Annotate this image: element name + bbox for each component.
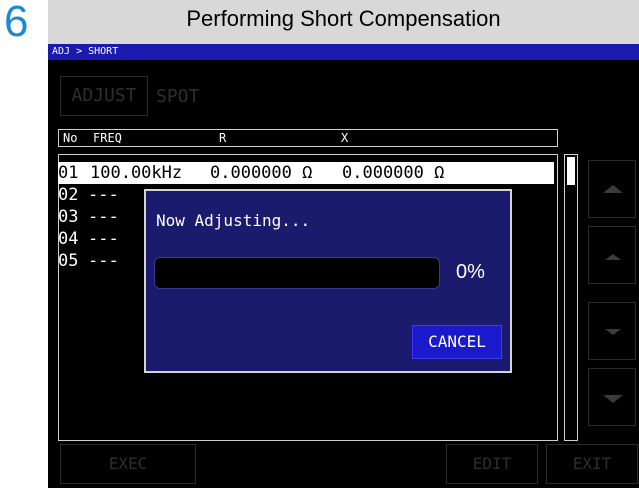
column-header-freq: FREQ bbox=[93, 131, 122, 145]
table-header: No FREQ R X bbox=[58, 129, 558, 147]
row-freq: --- bbox=[88, 229, 119, 249]
row-no: 04 bbox=[58, 229, 79, 249]
row-freq: --- bbox=[88, 185, 119, 205]
breadcrumb-bar: ADJ > SHORT bbox=[48, 44, 639, 60]
page-down-button[interactable] bbox=[588, 368, 636, 426]
row-no: 05 bbox=[58, 251, 79, 271]
progress-bar bbox=[154, 257, 440, 289]
scroll-down-button[interactable] bbox=[588, 302, 636, 360]
row-freq: --- bbox=[88, 251, 119, 271]
row-freq: --- bbox=[88, 207, 119, 227]
exec-button[interactable]: EXEC bbox=[60, 444, 196, 484]
row-no: 01 bbox=[58, 163, 79, 183]
scroll-down-icon bbox=[605, 329, 621, 335]
exit-button[interactable]: EXIT bbox=[546, 444, 638, 484]
spot-button[interactable]: SPOT bbox=[156, 86, 199, 107]
column-header-x: X bbox=[341, 131, 349, 145]
column-header-r: R bbox=[219, 131, 227, 145]
page-up-button[interactable] bbox=[588, 160, 636, 218]
page-up-icon bbox=[603, 185, 623, 193]
breadcrumb: ADJ > SHORT bbox=[52, 46, 119, 57]
dialog-message: Now Adjusting... bbox=[156, 211, 311, 230]
scroll-up-button[interactable] bbox=[588, 226, 636, 284]
cancel-button[interactable]: CANCEL bbox=[412, 325, 502, 359]
adjust-button[interactable]: ADJUST bbox=[60, 76, 148, 116]
page-down-icon bbox=[603, 395, 623, 403]
table-row-selected[interactable]: 01 100.00kHz 0.000000 Ω 0.000000 Ω bbox=[58, 162, 554, 184]
row-no: 02 bbox=[58, 185, 79, 205]
row-no: 03 bbox=[58, 207, 79, 227]
edit-button[interactable]: EDIT bbox=[446, 444, 538, 484]
page-title: Performing Short Compensation bbox=[186, 6, 501, 31]
progress-percent: 0% bbox=[456, 261, 485, 283]
row-x: 0.000000 Ω bbox=[342, 163, 445, 183]
adjusting-dialog: Now Adjusting... 0% CANCEL bbox=[144, 189, 512, 373]
scrollbar[interactable] bbox=[564, 154, 578, 441]
scroll-up-icon bbox=[605, 254, 621, 260]
row-freq: 100.00kHz bbox=[90, 163, 183, 183]
row-r: 0.000000 Ω bbox=[210, 163, 313, 183]
column-header-no: No bbox=[63, 131, 78, 145]
device-screen: ADJ > SHORT ADJUST SPOT No FREQ R X 01 1… bbox=[48, 44, 639, 488]
scrollbar-thumb[interactable] bbox=[567, 157, 575, 185]
step-number: 6 bbox=[4, 0, 29, 46]
